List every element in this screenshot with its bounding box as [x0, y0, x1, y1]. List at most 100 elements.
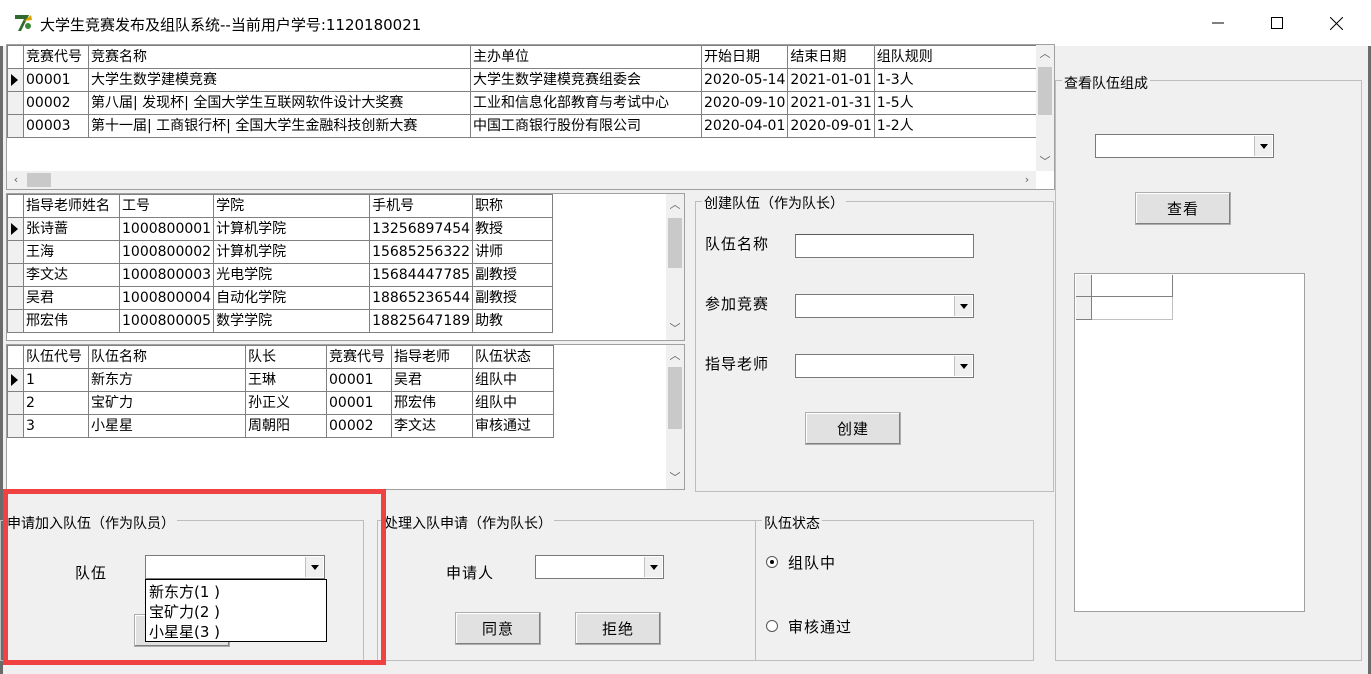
status-approved-radio[interactable]: [766, 620, 778, 632]
table-cell[interactable]: 2020-09-10: [700, 91, 789, 115]
minimize-button[interactable]: [1189, 0, 1247, 46]
row-selector[interactable]: [7, 114, 24, 138]
row-selector[interactable]: [1076, 297, 1092, 320]
create-button[interactable]: 创建: [805, 412, 901, 445]
table-cell[interactable]: 邢宏伟: [391, 391, 473, 415]
column-header[interactable]: 指导老师姓名: [23, 194, 120, 218]
teacher-select[interactable]: [795, 354, 974, 378]
table-cell[interactable]: 3: [23, 414, 89, 438]
table-cell[interactable]: 小星星: [88, 414, 246, 438]
scroll-thumb[interactable]: [1038, 67, 1052, 115]
table-cell[interactable]: 18865236544: [369, 286, 474, 310]
applicant-select[interactable]: [535, 555, 664, 579]
view-team-select[interactable]: [1095, 134, 1274, 158]
competition-select[interactable]: [795, 294, 974, 318]
row-selector[interactable]: [7, 391, 24, 415]
table-cell[interactable]: 1000800005: [118, 309, 215, 333]
column-header[interactable]: 竞赛名称: [88, 45, 471, 69]
table-cell[interactable]: 13256897454: [369, 217, 474, 241]
table-row[interactable]: 张诗蔷 1000800001 计算机学院 13256897454 教授: [7, 217, 554, 241]
scroll-up-icon[interactable]: ︿: [666, 347, 684, 365]
table-cell[interactable]: 张诗蔷: [23, 217, 120, 241]
table-cell[interactable]: 1000800004: [118, 286, 215, 310]
table-cell[interactable]: 教授: [472, 217, 554, 241]
table-cell[interactable]: 吴君: [23, 286, 120, 310]
table-row[interactable]: 00003 第十一届| 工商银行杯| 全国大学生金融科技创新大赛 中国工商银行股…: [7, 114, 1045, 138]
scroll-down-icon[interactable]: ﹀: [666, 469, 684, 487]
competition-grid[interactable]: 竞赛代号 竞赛名称 主办单位 开始日期 结束日期 组队规则 00001 大学生数…: [6, 44, 1055, 190]
column-header[interactable]: 竞赛代号: [23, 45, 89, 69]
table-cell[interactable]: 数学学院: [213, 309, 371, 333]
column-header[interactable]: 指导老师: [391, 345, 473, 369]
table-cell[interactable]: 15684447785: [369, 263, 474, 287]
team-name-input[interactable]: [795, 234, 974, 258]
dropdown-button[interactable]: [1254, 136, 1272, 156]
table-cell[interactable]: 2020-04-01: [700, 114, 789, 138]
scroll-right-icon[interactable]: ›: [1018, 171, 1036, 189]
row-selector[interactable]: [7, 414, 24, 438]
column-header[interactable]: 主办单位: [470, 45, 702, 69]
table-cell[interactable]: 李文达: [23, 263, 120, 287]
table-cell[interactable]: 讲师: [472, 240, 554, 264]
column-header[interactable]: 队伍状态: [472, 345, 554, 369]
scroll-down-icon[interactable]: ﹀: [1036, 153, 1054, 171]
table-cell[interactable]: 工业和信息化部教育与考试中心: [470, 91, 702, 115]
member-cell[interactable]: [1092, 297, 1173, 320]
dropdown-button[interactable]: [954, 296, 972, 316]
table-cell[interactable]: 2: [23, 391, 89, 415]
table-cell[interactable]: 自动化学院: [213, 286, 371, 310]
table-cell[interactable]: 00002: [326, 414, 392, 438]
scroll-down-icon[interactable]: ﹀: [666, 320, 684, 338]
status-approved-label[interactable]: 审核通过: [788, 616, 852, 637]
table-cell[interactable]: 周朝阳: [245, 414, 327, 438]
dropdown-button[interactable]: [644, 557, 662, 577]
competition-horizontal-scrollbar[interactable]: ‹ ›: [7, 171, 1036, 189]
row-selector[interactable]: [7, 240, 24, 264]
column-header[interactable]: 学院: [213, 194, 371, 218]
column-header[interactable]: 结束日期: [787, 45, 875, 69]
column-header[interactable]: 队长: [245, 345, 327, 369]
scroll-thumb[interactable]: [668, 218, 682, 268]
table-cell[interactable]: 第八届| 发现杯| 全国大学生互联网软件设计大奖赛: [88, 91, 471, 115]
dropdown-button[interactable]: [954, 356, 972, 376]
table-cell[interactable]: 孙正义: [245, 391, 327, 415]
table-cell[interactable]: 计算机学院: [213, 240, 371, 264]
status-forming-radio[interactable]: [766, 556, 778, 568]
table-cell[interactable]: 组队中: [472, 391, 554, 415]
column-header[interactable]: 职称: [472, 194, 554, 218]
view-button[interactable]: 查看: [1135, 192, 1231, 225]
table-cell[interactable]: 2020-05-14: [700, 68, 789, 92]
table-cell[interactable]: 18825647189: [369, 309, 474, 333]
table-cell[interactable]: 1000800003: [118, 263, 215, 287]
row-selector[interactable]: [7, 286, 24, 310]
table-cell[interactable]: 1-5人: [873, 91, 1045, 115]
table-cell[interactable]: 中国工商银行股份有限公司: [470, 114, 702, 138]
table-row[interactable]: 1 新东方 王琳 00001 吴君 组队中: [7, 368, 554, 392]
table-cell[interactable]: 助教: [472, 309, 554, 333]
table-cell[interactable]: 00002: [23, 91, 89, 115]
table-cell[interactable]: 1000800002: [118, 240, 215, 264]
teacher-vertical-scrollbar[interactable]: ︿ ﹀: [666, 194, 684, 340]
table-cell[interactable]: 计算机学院: [213, 217, 371, 241]
row-selector[interactable]: [7, 217, 24, 241]
table-cell[interactable]: 00001: [326, 368, 392, 392]
competition-vertical-scrollbar[interactable]: ︿ ﹀: [1036, 45, 1054, 171]
table-cell[interactable]: 2020-09-01: [787, 114, 875, 138]
column-header[interactable]: 工号: [118, 194, 215, 218]
team-members-grid[interactable]: [1074, 273, 1305, 612]
table-cell[interactable]: 审核通过: [472, 414, 554, 438]
scroll-left-icon[interactable]: ‹: [7, 171, 25, 189]
scroll-up-icon[interactable]: ︿: [1036, 45, 1054, 63]
column-header[interactable]: 开始日期: [700, 45, 789, 69]
table-cell[interactable]: 组队中: [472, 368, 554, 392]
table-cell[interactable]: 大学生数学建模竞赛: [88, 68, 471, 92]
table-cell[interactable]: 副教授: [472, 263, 554, 287]
table-cell[interactable]: 李文达: [391, 414, 473, 438]
table-row[interactable]: 邢宏伟 1000800005 数学学院 18825647189 助教: [7, 309, 554, 333]
table-cell[interactable]: 1000800001: [118, 217, 215, 241]
table-row[interactable]: 2 宝矿力 孙正义 00001 邢宏伟 组队中: [7, 391, 554, 415]
table-cell[interactable]: 2021-01-31: [787, 91, 875, 115]
table-row[interactable]: 王海 1000800002 计算机学院 15685256322 讲师: [7, 240, 554, 264]
table-row[interactable]: 李文达 1000800003 光电学院 15684447785 副教授: [7, 263, 554, 287]
column-header[interactable]: 队伍代号: [23, 345, 89, 369]
